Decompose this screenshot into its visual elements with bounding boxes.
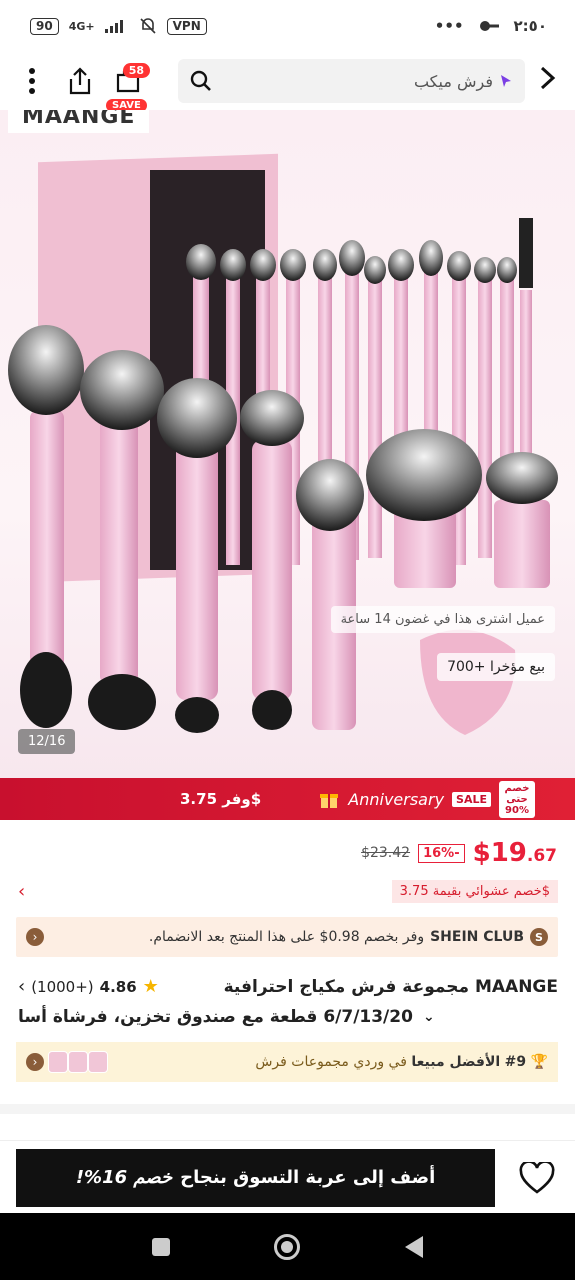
promo-save-text: وفر 3.75$ xyxy=(180,790,262,808)
cta-label: أضف إلى عربة التسوق بنجاح xyxy=(180,1167,436,1188)
cart-count-badge: 58 xyxy=(122,63,150,78)
best-seller-text: في وردي مجموعات فرش xyxy=(255,1054,407,1070)
status-dots: ••• xyxy=(434,17,464,35)
more-options-button[interactable] xyxy=(12,61,52,101)
shein-club-icon: S xyxy=(530,928,548,946)
heart-icon xyxy=(519,1161,555,1194)
best-seller-rank: #9 xyxy=(504,1054,527,1070)
price-integer: 19 xyxy=(490,838,527,868)
bottom-action-bar: أضف إلى عربة التسوق بنجاح خصم 16%! xyxy=(0,1140,575,1214)
thumbnail xyxy=(88,1051,108,1073)
battery-indicator: 90 xyxy=(30,17,59,35)
shein-club-bar[interactable]: S SHEIN CLUB وفر بخصم 0.98$ على هذا المن… xyxy=(16,917,558,957)
brand-logo: MAANGE xyxy=(8,110,150,133)
clock: ٢:٥٠ xyxy=(513,17,547,35)
product-title-line2: 6/7/13/20 قطعة مع صندوق تخزين، فرشاة أسا xyxy=(18,1007,413,1027)
review-count: (1000+) xyxy=(31,977,94,996)
chevron-right-icon xyxy=(540,66,556,89)
recents-icon[interactable] xyxy=(152,1237,171,1256)
best-seller-thumbs-wrapper: ‹ xyxy=(26,1051,108,1073)
share-button[interactable] xyxy=(60,61,100,101)
shein-club-info: S SHEIN CLUB وفر بخصم 0.98$ على هذا المن… xyxy=(149,928,548,946)
price-decimal: .67 xyxy=(526,846,557,866)
key-icon xyxy=(479,21,499,31)
random-discount-row[interactable]: ‹ خصم عشوائي بقيمة 3.75$ xyxy=(18,880,558,903)
product-title-line2-wrapper: 6/7/13/20 قطعة مع صندوق تخزين، فرشاة أسا… xyxy=(18,1002,558,1032)
share-icon xyxy=(69,67,91,95)
recent-sales-label: 700+ بيع مؤخرا xyxy=(437,653,555,681)
top-bar: 58 SAVE فرش ميكب xyxy=(0,52,575,112)
rating-value: 4.86 xyxy=(99,977,137,996)
mute-icon xyxy=(140,18,156,34)
price-row: $19.67 -16% $23.42 xyxy=(361,838,557,868)
sale-text: SALE xyxy=(452,791,491,807)
shein-club-text: وفر بخصم 0.98$ على هذا المنتج بعد الانضم… xyxy=(148,929,425,945)
chevron-left-circle-icon: ‹ xyxy=(26,928,44,946)
promo-strip[interactable]: وفر 3.75$ Anniversary SALE خصم حتى %90 xyxy=(0,778,575,820)
gift-icon xyxy=(320,794,339,808)
chevron-left-icon: ‹ xyxy=(18,976,26,997)
thumbnail xyxy=(48,1051,68,1073)
expand-title-chevron-icon[interactable]: ⌄ xyxy=(423,1002,435,1032)
price-currency: $ xyxy=(472,838,491,868)
status-left: 90 4G+ VPN xyxy=(30,17,207,35)
cart-button[interactable]: 58 SAVE xyxy=(106,61,150,112)
chevron-left-circle-icon: ‹ xyxy=(26,1053,44,1071)
status-bar: 90 4G+ VPN ••• ٢:٥٠ xyxy=(0,0,575,52)
image-counter: 12/16 xyxy=(18,729,76,754)
random-discount-tag: خصم عشوائي بقيمة 3.75$ xyxy=(391,880,558,903)
trophy-icon: 🏆 xyxy=(530,1054,548,1070)
product-image-gallery[interactable]: MAANGE عميل اشترى هذا في غضون 14 ساعة 70… xyxy=(0,110,575,778)
system-nav-bar xyxy=(0,1213,575,1280)
discount-90-badge: خصم حتى %90 xyxy=(499,780,535,818)
best-seller-bar[interactable]: 🏆 #9 الأفضل مبيعا في وردي مجموعات فرش ‹ xyxy=(16,1042,558,1082)
best-seller-thumbnails xyxy=(48,1051,108,1073)
add-to-cart-button[interactable]: أضف إلى عربة التسوق بنجاح خصم 16%! xyxy=(16,1148,496,1207)
best-seller-bold: الأفضل مبيعا xyxy=(411,1054,501,1070)
search-query-wrapper: فرش ميكب xyxy=(414,72,513,91)
star-icon: ★ xyxy=(142,976,159,997)
anniversary-sale-logo: Anniversary SALE خصم حتى %90 xyxy=(318,780,535,818)
back-button[interactable] xyxy=(533,64,563,99)
original-price: $23.42 xyxy=(361,845,411,861)
status-right: ••• ٢:٥٠ xyxy=(435,17,547,35)
recent-purchase-label: عميل اشترى هذا في غضون 14 ساعة xyxy=(330,606,555,633)
vertical-dots-icon xyxy=(29,68,35,94)
back-row-brushes xyxy=(186,218,533,565)
current-price: $19.67 xyxy=(473,838,557,868)
signal-icon xyxy=(104,20,123,33)
vpn-indicator: VPN xyxy=(166,17,207,35)
product-title-block: ‹ (1000+) 4.86 ★ MAANGE مجموعة فرش مكياج… xyxy=(18,972,558,1032)
wishlist-button[interactable] xyxy=(515,1156,559,1200)
cursor-icon xyxy=(501,75,511,87)
home-icon[interactable] xyxy=(274,1233,301,1260)
search-icon xyxy=(190,70,211,91)
anniversary-text: Anniversary xyxy=(348,789,445,809)
cta-discount: خصم 16%! xyxy=(75,1167,173,1188)
thumbnail xyxy=(68,1051,88,1073)
discount-percent-badge: -16% xyxy=(418,843,465,863)
best-seller-text-wrapper: 🏆 #9 الأفضل مبيعا في وردي مجموعات فرش xyxy=(255,1054,548,1070)
chevron-left-icon: ‹ xyxy=(18,881,26,902)
rating-summary[interactable]: ‹ (1000+) 4.86 ★ xyxy=(18,976,159,997)
search-query: فرش ميكب xyxy=(413,71,493,91)
network-indicator: 4G+ xyxy=(68,19,95,33)
search-bar[interactable]: فرش ميكب xyxy=(178,59,525,103)
back-triangle-icon[interactable] xyxy=(404,1235,423,1258)
shein-club-name: SHEIN CLUB xyxy=(430,929,524,945)
section-divider xyxy=(0,1104,575,1114)
